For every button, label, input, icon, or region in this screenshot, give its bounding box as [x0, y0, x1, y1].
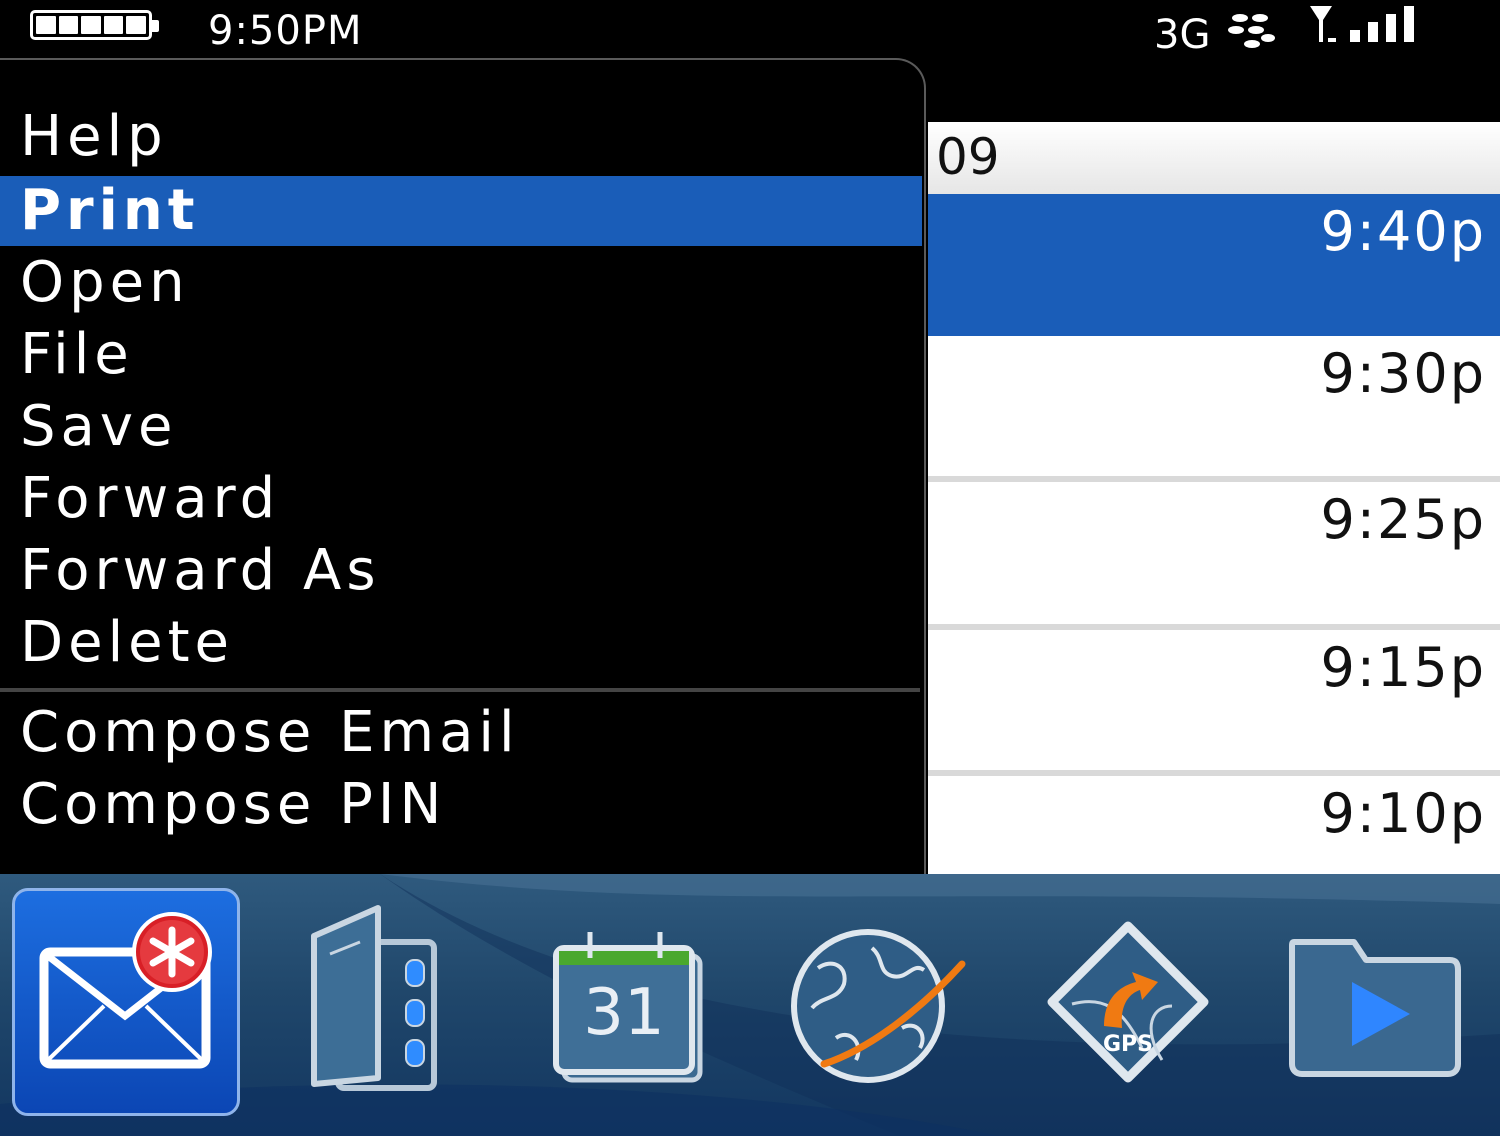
- context-menu: Help Print Open File Save Forward Forwar…: [0, 58, 926, 874]
- menu-item-compose-pin[interactable]: Compose PIN: [0, 770, 922, 840]
- gps-navigation-icon: [1047, 921, 1209, 1083]
- date-header-text: 09: [936, 128, 1000, 186]
- calendar-app-button[interactable]: 31: [510, 888, 742, 1120]
- message-time: 9:40p: [1320, 200, 1486, 263]
- message-time: 9:30p: [1320, 342, 1486, 405]
- app-dock: 31 GPS: [0, 874, 1500, 1136]
- status-clock: 9:50PM: [208, 8, 363, 54]
- menu-item-file[interactable]: File: [0, 320, 922, 390]
- message-list: 09 9:40p 9:30p 9:25p 9:15p 9:10p: [928, 122, 1500, 918]
- message-row[interactable]: 9:15p: [928, 630, 1500, 772]
- calendar-day-number: 31: [583, 976, 665, 1050]
- globe-icon: [791, 929, 966, 1083]
- blackberry-logo-icon: [1228, 14, 1275, 48]
- menu-item-compose-email[interactable]: Compose Email: [0, 698, 922, 768]
- menu-item-print[interactable]: Print: [0, 176, 922, 246]
- menu-item-delete[interactable]: Delete: [0, 608, 922, 678]
- message-row[interactable]: 9:30p: [928, 336, 1500, 478]
- battery-icon: [30, 10, 159, 40]
- media-app-button[interactable]: [1262, 888, 1494, 1120]
- address-book-icon: [311, 905, 437, 1091]
- menu-item-forward[interactable]: Forward: [0, 464, 922, 534]
- menu-item-open[interactable]: Open: [0, 248, 922, 318]
- gps-maps-app-button[interactable]: GPS: [1012, 888, 1244, 1120]
- messages-app-button[interactable]: [12, 888, 244, 1120]
- signal-strength-icon: [1310, 6, 1414, 42]
- browser-app-button[interactable]: [752, 888, 984, 1120]
- menu-item-help[interactable]: Help: [0, 102, 922, 172]
- menu-divider: [0, 688, 920, 692]
- message-time: 9:10p: [1320, 782, 1486, 845]
- date-header: 09: [928, 122, 1500, 194]
- notification-badge-icon: [132, 912, 212, 992]
- message-time: 9:25p: [1320, 488, 1486, 551]
- contacts-app-button[interactable]: [278, 888, 510, 1120]
- media-folder-play-icon: [1289, 939, 1461, 1077]
- message-time: 9:15p: [1320, 636, 1486, 699]
- gps-label: GPS: [1102, 1032, 1154, 1057]
- menu-item-forward-as[interactable]: Forward As: [0, 536, 922, 606]
- menu-item-save[interactable]: Save: [0, 392, 922, 462]
- message-row[interactable]: 9:40p: [928, 194, 1500, 336]
- message-row[interactable]: 9:25p: [928, 482, 1500, 624]
- network-type-label: 3G: [1154, 12, 1211, 58]
